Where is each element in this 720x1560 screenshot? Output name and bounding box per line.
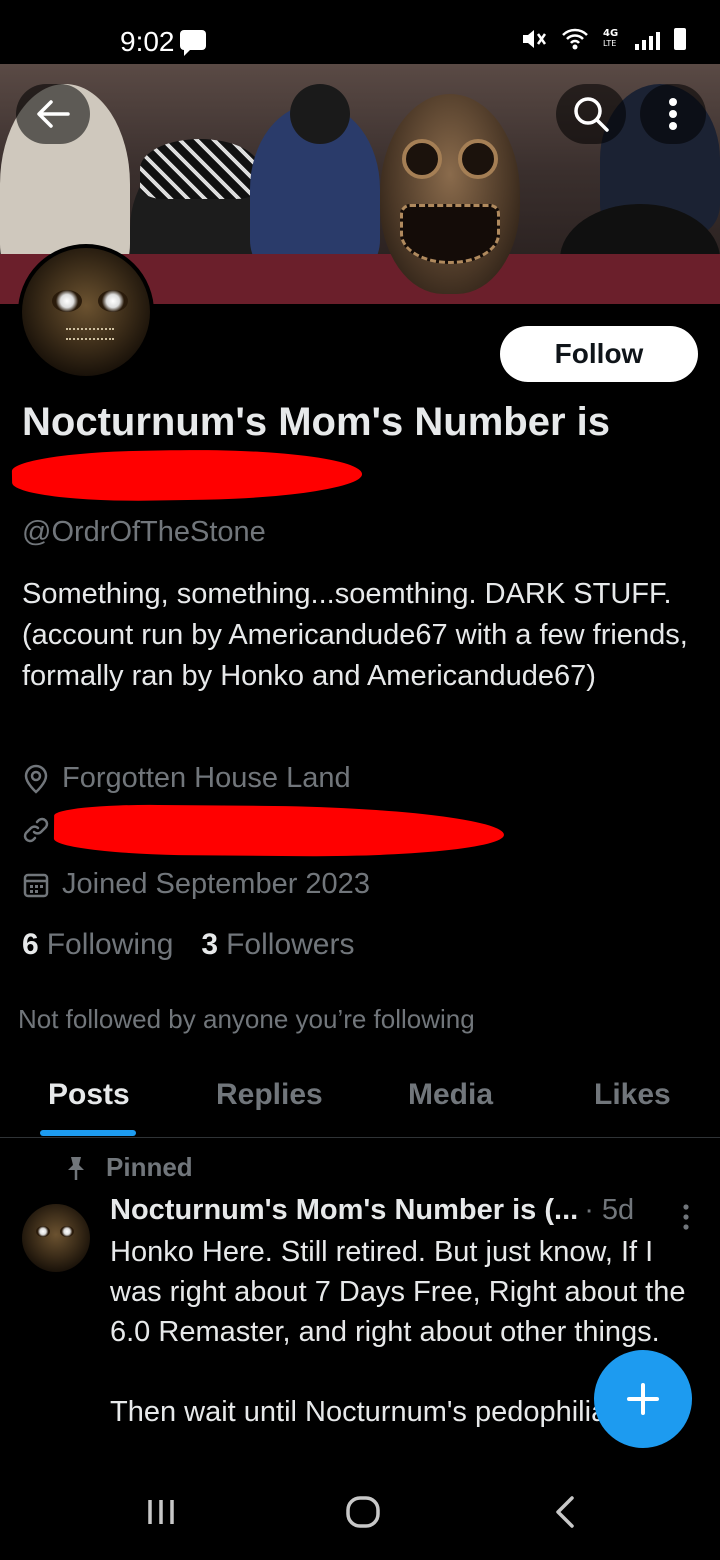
following-link[interactable]: 6 Following xyxy=(22,928,173,962)
message-icon xyxy=(180,30,206,56)
tab-replies[interactable]: Replies xyxy=(216,1078,323,1112)
followers-count: 3 xyxy=(201,928,219,961)
back-nav-icon[interactable] xyxy=(550,1492,580,1532)
follow-counts: 6 Following 3 Followers xyxy=(22,928,354,962)
post-timestamp: · 5d xyxy=(584,1194,635,1226)
back-button[interactable] xyxy=(16,84,90,144)
joined-text: Joined September 2023 xyxy=(62,868,370,900)
status-time: 9:02 xyxy=(120,26,175,57)
active-tab-indicator xyxy=(40,1130,136,1136)
tab-likes[interactable]: Likes xyxy=(594,1078,671,1112)
redaction-mark xyxy=(53,804,505,858)
compose-button[interactable] xyxy=(594,1350,692,1448)
calendar-icon xyxy=(23,873,49,897)
profile-handle: @OrdrOfTheStone xyxy=(22,516,266,548)
wifi-icon xyxy=(562,28,588,50)
tab-media[interactable]: Media xyxy=(408,1078,493,1112)
system-nav-bar xyxy=(0,1466,720,1560)
profile-joined: Joined September 2023 xyxy=(22,868,370,901)
search-icon xyxy=(574,97,609,132)
svg-text:4G: 4G xyxy=(603,28,618,39)
profile-bio: Something, something...soemthing. DARK S… xyxy=(22,578,688,692)
profile-website[interactable] xyxy=(22,816,50,844)
plus-icon xyxy=(627,1383,659,1415)
status-icons: 4G LTE xyxy=(521,26,686,52)
followers-link[interactable]: 3 Followers xyxy=(201,928,354,962)
profile-location: Forgotten House Land xyxy=(22,762,351,795)
pinned-indicator: Pinned xyxy=(66,1152,193,1183)
link-icon xyxy=(23,817,49,843)
profile-tabs: Posts Replies Media Likes xyxy=(0,1060,720,1138)
following-count: 6 xyxy=(22,928,39,961)
not-followed-notice: Not followed by anyone you’re following xyxy=(18,1004,475,1034)
4g-lte-icon: 4GLTE xyxy=(603,28,618,48)
location-pin-icon xyxy=(24,764,48,794)
post-header: Nocturnum's Mom's Number is (... · 5d xyxy=(110,1194,634,1227)
svg-text:LTE: LTE xyxy=(603,39,616,48)
banner-person xyxy=(290,84,350,144)
location-text: Forgotten House Land xyxy=(62,762,351,794)
follow-button[interactable]: Follow xyxy=(500,326,698,382)
followers-label: Followers xyxy=(226,928,355,961)
arrow-left-icon xyxy=(37,100,70,128)
tab-posts[interactable]: Posts xyxy=(48,1078,130,1112)
post-author-avatar[interactable] xyxy=(22,1204,90,1272)
battery-icon xyxy=(674,28,686,50)
post-more-icon[interactable] xyxy=(676,1202,696,1232)
following-label: Following xyxy=(46,928,174,961)
redaction-mark xyxy=(11,446,363,504)
mute-icon xyxy=(523,30,547,48)
profile-display-name: Nocturnum's Mom's Number is xyxy=(22,400,610,444)
status-bar: 9:02 4G LTE xyxy=(0,0,720,64)
more-vertical-icon xyxy=(669,98,677,130)
banner-person xyxy=(140,139,260,199)
pinned-label: Pinned xyxy=(106,1152,193,1182)
post-author-name[interactable]: Nocturnum's Mom's Number is (... xyxy=(110,1194,578,1227)
signal-icon xyxy=(635,28,660,50)
search-button[interactable] xyxy=(556,84,626,144)
banner-mask-figure xyxy=(380,94,520,294)
home-icon[interactable] xyxy=(344,1492,382,1532)
pin-icon xyxy=(68,1156,84,1180)
recents-icon[interactable] xyxy=(146,1492,176,1532)
profile-avatar[interactable] xyxy=(18,244,154,380)
more-button[interactable] xyxy=(640,84,706,144)
